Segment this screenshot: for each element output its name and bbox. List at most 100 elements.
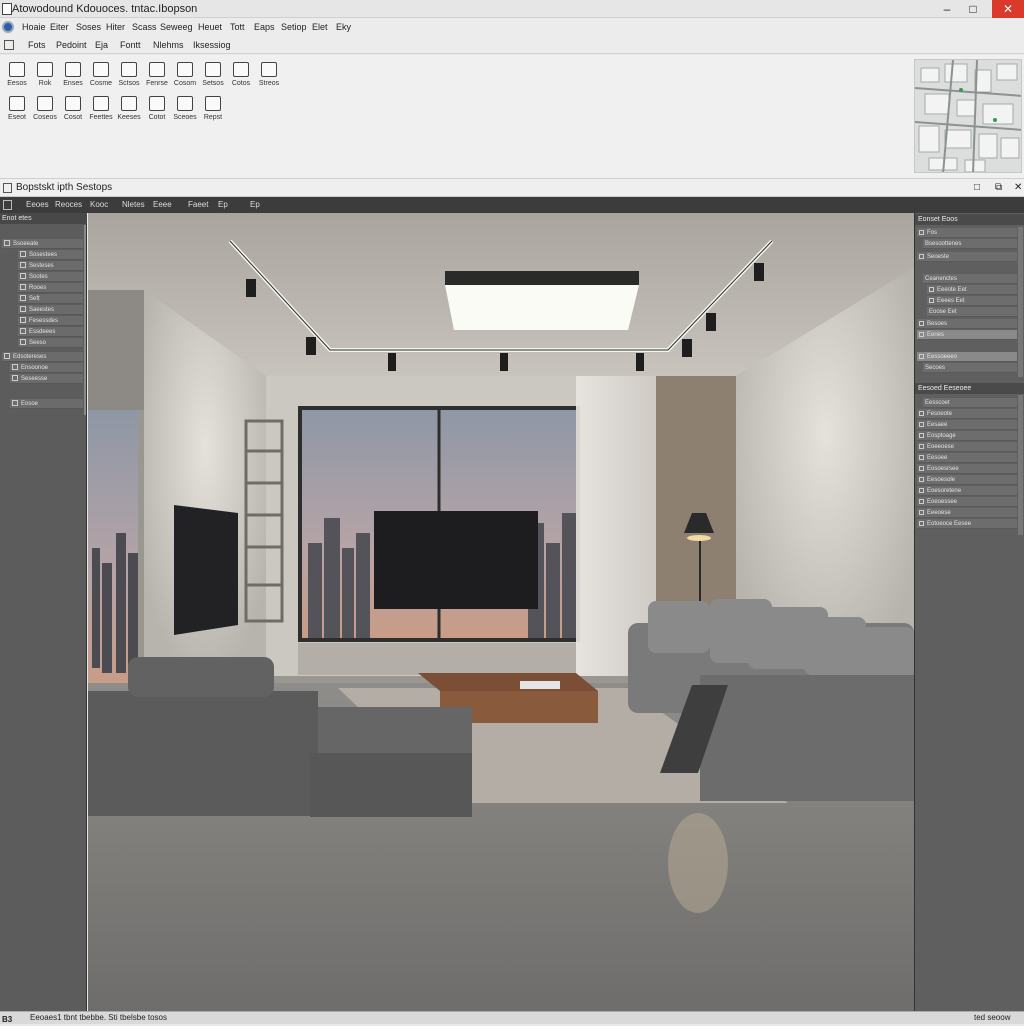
property-row[interactable]: Fos	[917, 228, 1017, 238]
property-row-selected[interactable]: Eenes	[917, 330, 1017, 340]
property-row[interactable]: Eeeoese	[917, 508, 1017, 518]
checkbox-icon[interactable]	[919, 354, 924, 359]
visibility-icon[interactable]	[12, 400, 18, 406]
property-row[interactable]: Eesoee	[917, 453, 1017, 463]
doc-restore-button[interactable]: ⧉	[995, 179, 1002, 197]
menu-item[interactable]: Eiter	[50, 18, 69, 36]
checkbox-icon[interactable]	[929, 287, 934, 292]
outliner-row[interactable]: Sosestees	[18, 250, 83, 260]
checkbox-icon[interactable]	[919, 455, 924, 460]
visibility-icon[interactable]	[20, 251, 26, 257]
outliner-row[interactable]: Sootes	[18, 272, 83, 282]
property-row[interactable]: Bsesoottenes	[923, 239, 1017, 249]
visibility-icon[interactable]	[20, 306, 26, 312]
menu-item[interactable]: Eky	[336, 18, 351, 36]
checkbox-icon[interactable]	[919, 230, 924, 235]
visibility-icon[interactable]	[20, 339, 26, 345]
ribbon-tab[interactable]: Nlehms	[153, 36, 184, 54]
viewport-tool[interactable]: Eeoes	[26, 197, 49, 213]
outliner-row[interactable]: Saeestes	[18, 305, 83, 315]
ribbon-tab[interactable]: Pedoint	[56, 36, 87, 54]
visibility-icon[interactable]	[4, 353, 10, 359]
outliner-row[interactable]: Essdeees	[18, 327, 83, 337]
outliner-row[interactable]: Sesteses	[18, 261, 83, 271]
outliner-row[interactable]: Seft	[18, 294, 83, 304]
property-row[interactable]: Eosptoage	[917, 431, 1017, 441]
outliner-row[interactable]: Eosoe	[10, 399, 83, 409]
property-row[interactable]: Eesoesole	[917, 475, 1017, 485]
outliner-row[interactable]: Ssoeeate	[2, 239, 83, 249]
menu-item[interactable]: Hiter	[106, 18, 125, 36]
property-row[interactable]: Eesscoet	[923, 398, 1017, 408]
outliner-row[interactable]: Rooes	[18, 283, 83, 293]
viewport-tool[interactable]: Nletes	[122, 197, 145, 213]
property-row[interactable]: Eoeeoese	[917, 442, 1017, 452]
render-viewport[interactable]	[88, 213, 914, 1011]
visibility-icon[interactable]	[20, 295, 26, 301]
checkbox-icon[interactable]	[919, 488, 924, 493]
property-row-selected[interactable]: Eessoeeeo	[917, 352, 1017, 362]
checkbox-icon[interactable]	[919, 477, 924, 482]
doc-minimize-button[interactable]: □	[974, 179, 980, 197]
checkbox-icon[interactable]	[919, 254, 924, 259]
checkbox-icon[interactable]	[919, 444, 924, 449]
right-panel-scrollbar[interactable]	[1018, 227, 1023, 377]
outliner-row[interactable]: Seseesse	[10, 374, 83, 384]
ribbon-tab[interactable]: Iksessiog	[193, 36, 231, 54]
ribbon-button[interactable]: Streos	[252, 59, 286, 89]
menu-item[interactable]: Seweeg	[160, 18, 193, 36]
outliner-row[interactable]: Edsotereses	[2, 352, 83, 362]
visibility-icon[interactable]	[20, 317, 26, 323]
checkbox-icon[interactable]	[919, 433, 924, 438]
property-row[interactable]: Besoes	[917, 319, 1017, 329]
property-row[interactable]: Ceanenctes	[923, 274, 1017, 284]
checkbox-icon[interactable]	[919, 499, 924, 504]
logo-icon[interactable]	[2, 21, 14, 33]
menu-item[interactable]: Soses	[76, 18, 101, 36]
property-row[interactable]: Eotoeoce Eesee	[917, 519, 1017, 529]
checkbox-icon[interactable]	[919, 411, 924, 416]
property-row[interactable]: Seoeste	[917, 252, 1017, 262]
ribbon-tab[interactable]: Fontt	[120, 36, 141, 54]
outliner-row[interactable]: Fesessdes	[18, 316, 83, 326]
viewport-tool[interactable]: Eeee	[153, 197, 172, 213]
menu-item[interactable]: Setiop	[281, 18, 307, 36]
maximize-button[interactable]: □	[962, 0, 984, 18]
minimize-button[interactable]: –	[936, 0, 958, 18]
menu-item[interactable]: Tott	[230, 18, 245, 36]
minimap[interactable]	[914, 59, 1022, 173]
property-row[interactable]: Eeeote Eet	[927, 285, 1017, 295]
checkbox-icon[interactable]	[919, 321, 924, 326]
outliner-row[interactable]: Seeso	[18, 338, 83, 348]
viewport-tool[interactable]: Faeet	[188, 197, 208, 213]
left-panel-scrollbar[interactable]	[84, 225, 86, 415]
property-row[interactable]: Eoesoretene	[917, 486, 1017, 496]
menu-item[interactable]: Elet	[312, 18, 328, 36]
checkbox-icon[interactable]	[919, 466, 924, 471]
checkbox-icon[interactable]	[919, 510, 924, 515]
visibility-icon[interactable]	[20, 284, 26, 290]
viewport-tool[interactable]: Ep	[250, 197, 260, 213]
visibility-icon[interactable]	[20, 328, 26, 334]
ribbon-button[interactable]: Repst	[196, 93, 230, 123]
quick-access-icon[interactable]	[4, 40, 14, 50]
menu-item[interactable]: Eaps	[254, 18, 275, 36]
doc-close-button[interactable]: ✕	[1014, 179, 1022, 197]
property-row[interactable]: Eosoesrsee	[917, 464, 1017, 474]
ribbon-tab[interactable]: Fots	[28, 36, 46, 54]
property-row[interactable]: Eoeoessee	[917, 497, 1017, 507]
checkbox-icon[interactable]	[919, 521, 924, 526]
outliner-row[interactable]: Ensoonoe	[10, 363, 83, 373]
property-row[interactable]: Secoes	[923, 363, 1017, 373]
menu-item[interactable]: Hoaie	[22, 18, 46, 36]
property-row[interactable]: Eoose Eet	[927, 307, 1017, 317]
menu-item[interactable]: Heuet	[198, 18, 222, 36]
checkbox-icon[interactable]	[929, 298, 934, 303]
viewport-icon[interactable]	[3, 200, 12, 210]
ribbon-tab[interactable]: Eja	[95, 36, 108, 54]
viewport-tool[interactable]: Kooc	[90, 197, 108, 213]
right-panel-scrollbar[interactable]	[1018, 395, 1023, 535]
property-row[interactable]: Fesoeote	[917, 409, 1017, 419]
visibility-icon[interactable]	[4, 240, 10, 246]
visibility-icon[interactable]	[12, 375, 18, 381]
